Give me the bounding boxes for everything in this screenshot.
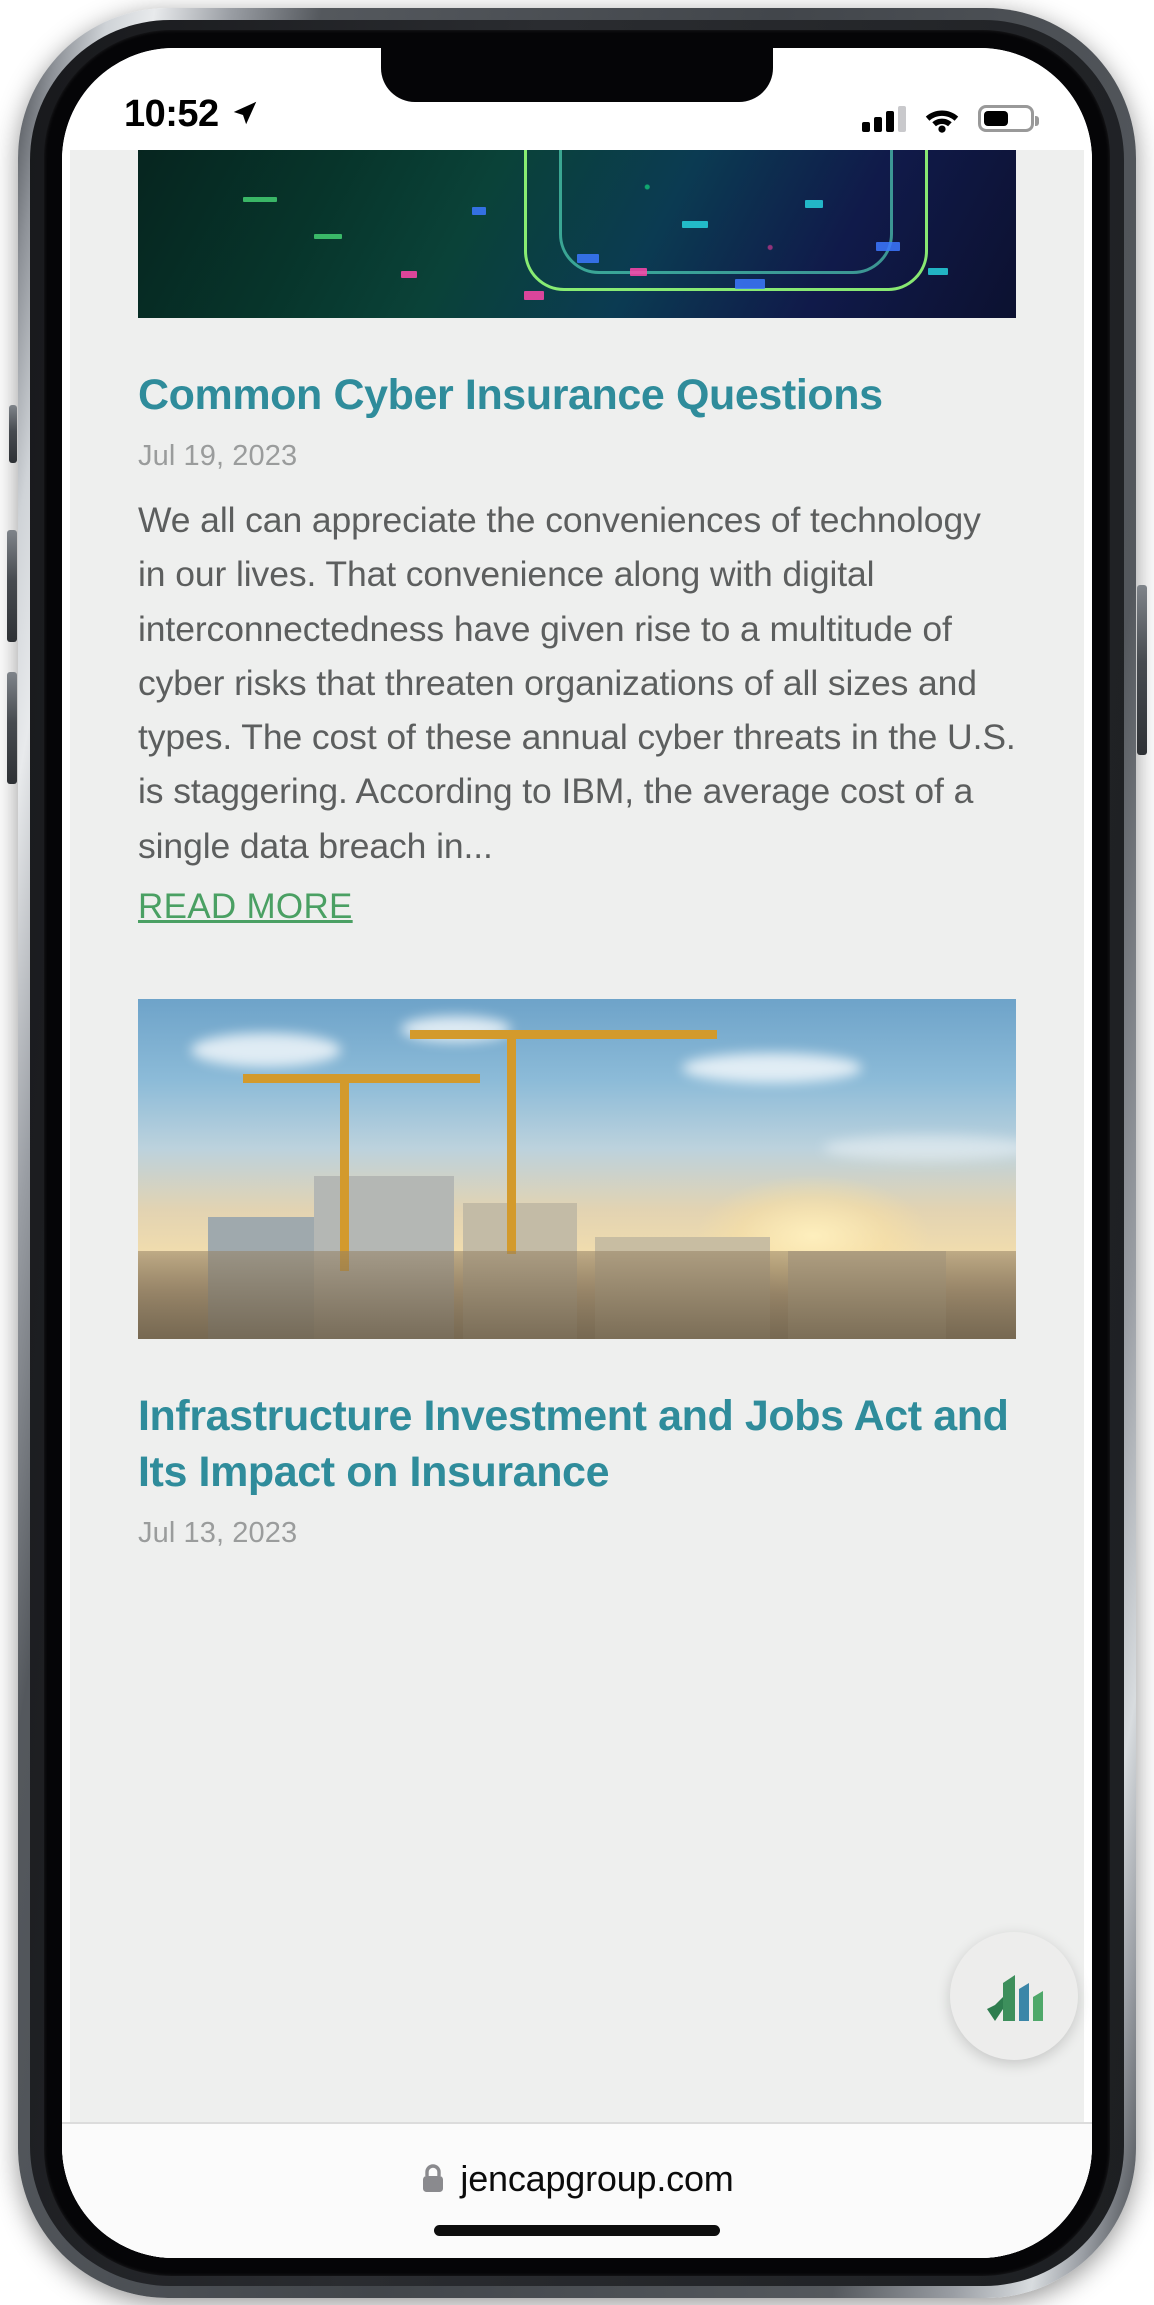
article-list: Common Cyber Insurance Questions Jul 19,…	[70, 150, 1084, 2258]
url-text: jencapgroup.com	[460, 2158, 734, 2199]
article-title[interactable]: Infrastructure Investment and Jobs Act a…	[138, 1389, 1016, 1501]
status-bar-time: 10:52	[124, 93, 219, 135]
home-indicator[interactable]	[434, 2225, 720, 2236]
status-bar-right	[862, 104, 1039, 133]
jencap-logo-icon	[987, 1975, 1043, 2021]
article-title[interactable]: Common Cyber Insurance Questions	[138, 368, 1016, 424]
read-more-link[interactable]: READ MORE	[138, 887, 353, 927]
volume-down-button[interactable]	[7, 672, 17, 784]
cellular-signal-icon	[862, 105, 906, 132]
phone-screen: 10:52 Common Cyber Insurance Questions J…	[62, 48, 1092, 2258]
location-arrow-icon	[233, 101, 256, 124]
cyber-circuit-board-image	[138, 150, 1016, 318]
wifi-icon	[925, 110, 959, 133]
battery-icon	[978, 105, 1039, 132]
article-card[interactable]: Infrastructure Investment and Jobs Act a…	[138, 999, 1016, 1550]
address-bar[interactable]: jencapgroup.com	[420, 2158, 734, 2200]
screenshot-stage: 10:52 Common Cyber Insurance Questions J…	[0, 0, 1154, 2305]
display-notch	[381, 48, 773, 102]
article-excerpt: We all can appreciate the conveniences o…	[138, 499, 1016, 866]
power-button[interactable]	[1137, 585, 1147, 755]
mute-switch[interactable]	[9, 405, 17, 463]
webpage-viewport[interactable]: Common Cyber Insurance Questions Jul 19,…	[62, 150, 1092, 2258]
construction-cranes-image	[138, 999, 1016, 1340]
lock-icon	[423, 2164, 444, 2192]
article-card[interactable]: Common Cyber Insurance Questions Jul 19,…	[138, 150, 1016, 927]
volume-up-button[interactable]	[7, 530, 17, 642]
jencap-logo-badge[interactable]	[950, 1932, 1078, 2060]
article-date: Jul 13, 2023	[138, 1516, 298, 1549]
article-date: Jul 19, 2023	[138, 439, 298, 472]
article-separator	[138, 927, 1016, 999]
status-bar-left: 10:52	[124, 93, 260, 136]
safari-bottom-bar: jencapgroup.com	[62, 2122, 1092, 2258]
